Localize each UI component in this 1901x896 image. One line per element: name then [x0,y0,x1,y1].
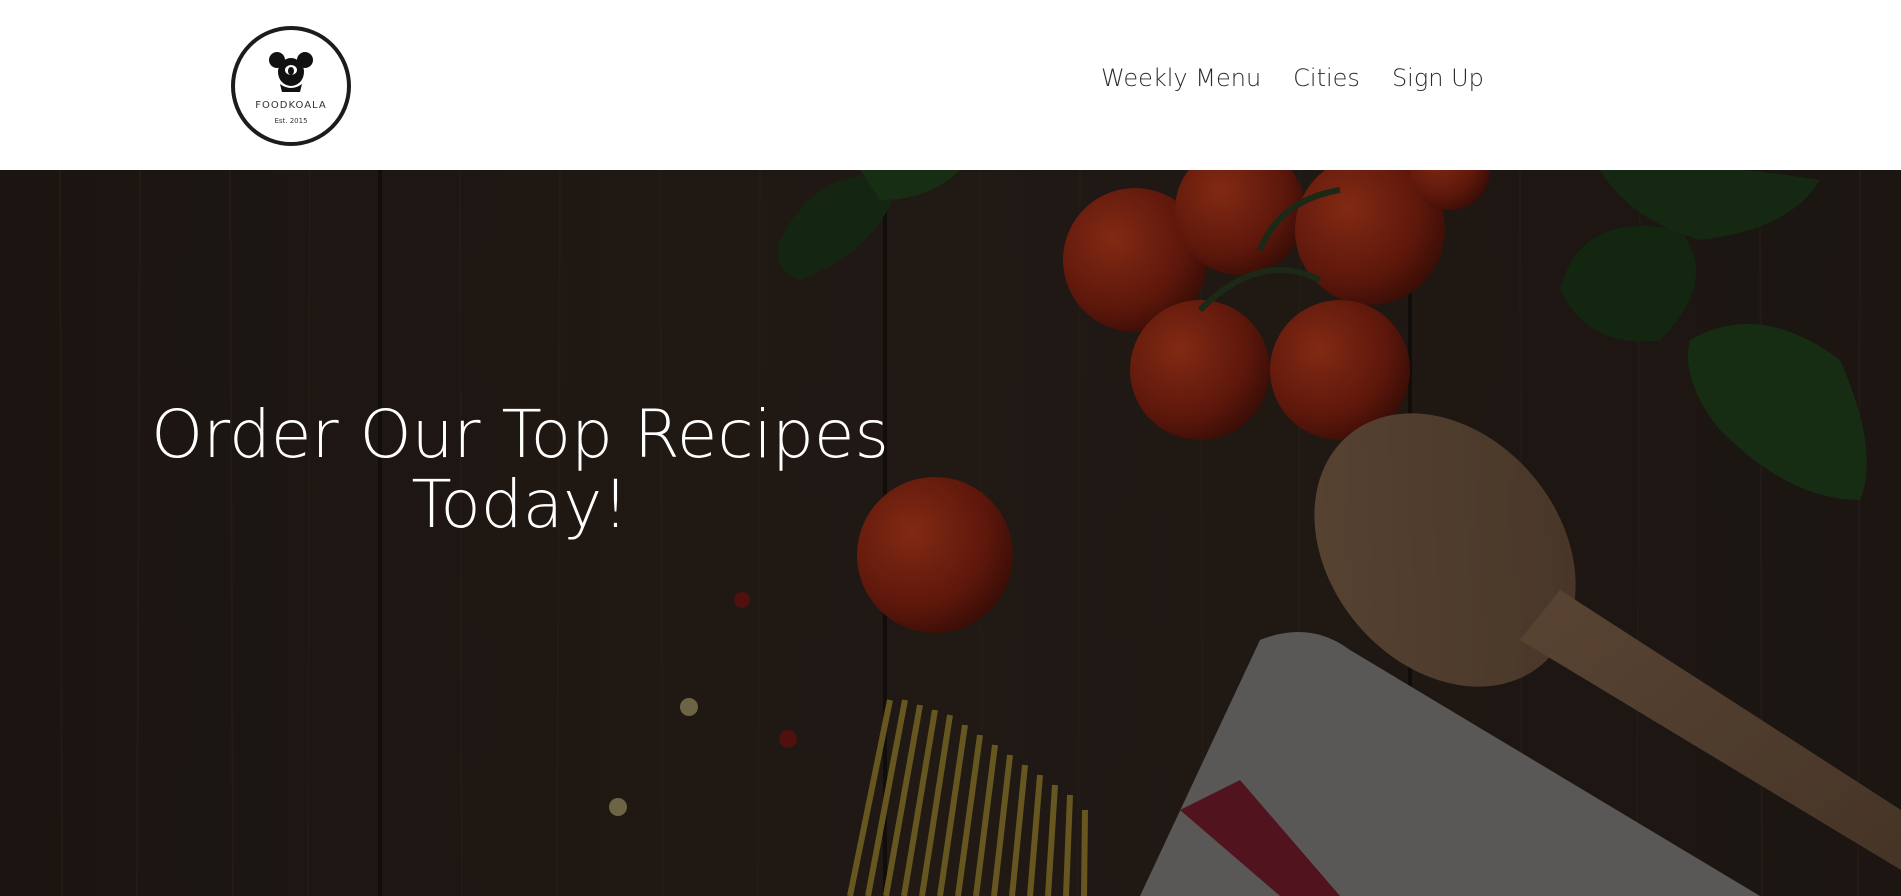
hero-section: Order Our Top Recipes Today! [0,170,1901,896]
foodkoala-logo[interactable]: FOODKOALA Est. 2015 [231,26,351,146]
hero-title: Order Our Top Recipes Today! [151,396,889,543]
logo-established: Est. 2015 [274,117,308,125]
koala-icon [269,52,313,92]
logo-name: FOODKOALA [255,100,327,111]
nav-weekly-menu[interactable]: Weekly Menu [1101,64,1261,92]
main-nav: Weekly Menu Cities Sign Up [1101,64,1484,92]
nav-sign-up[interactable]: Sign Up [1392,64,1484,92]
nav-cities[interactable]: Cities [1293,64,1360,92]
site-header: FOODKOALA Est. 2015 Weekly Menu Cities S… [0,0,1901,170]
